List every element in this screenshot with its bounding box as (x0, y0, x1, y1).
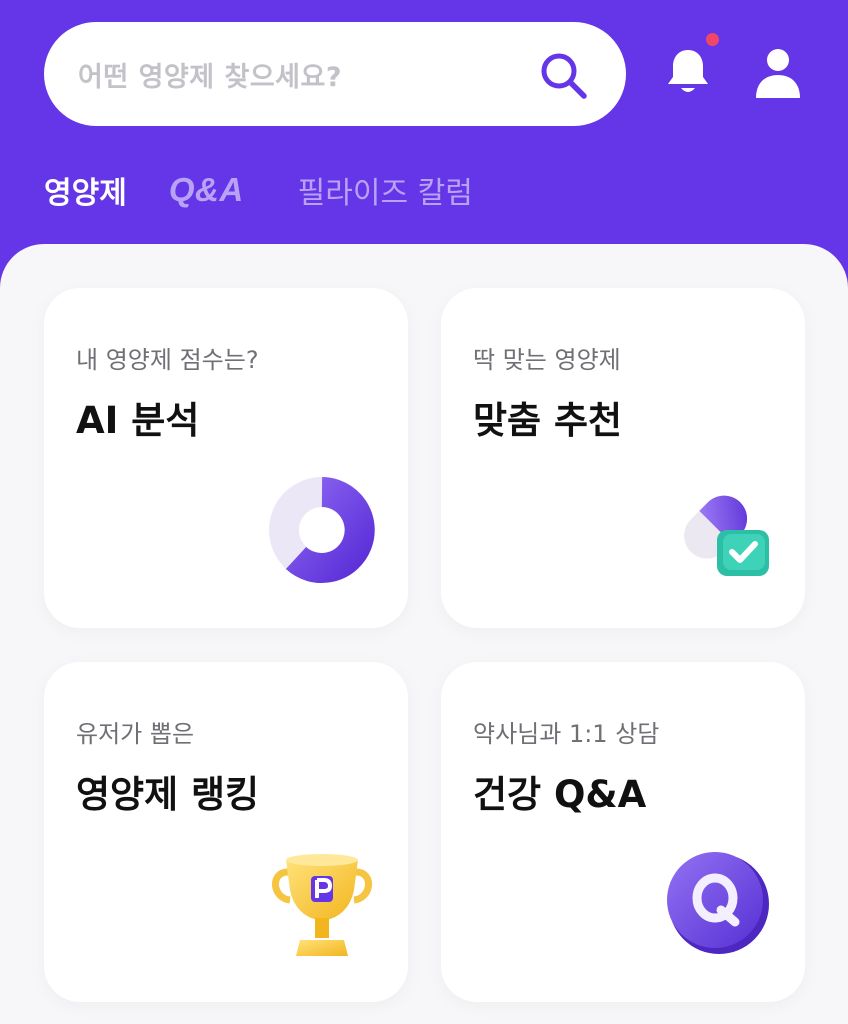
card-title: 영양제 랭킹 (76, 773, 260, 816)
trophy-icon (272, 854, 372, 956)
card-subtitle: 약사님과 1:1 상담 (473, 720, 660, 748)
card-health-qa[interactable]: 약사님과 1:1 상담 건강 Q&A (441, 662, 805, 1002)
card-custom-recommend[interactable]: 딱 맞는 영양제 맞춤 추천 (441, 288, 805, 628)
tab-supplements[interactable]: 영양제 (44, 168, 127, 212)
search-icon[interactable] (538, 50, 590, 102)
bell-icon[interactable] (660, 44, 716, 100)
card-title: AI 분석 (76, 399, 200, 442)
tab-column[interactable]: 필라이즈 칼럼 (298, 168, 473, 212)
tab-bar: 영양제 Q&A 필라이즈 칼럼 (44, 168, 515, 212)
card-ranking[interactable]: 유저가 뽑은 영양제 랭킹 (44, 662, 408, 1002)
card-title: 건강 Q&A (473, 773, 647, 816)
notification-dot (706, 33, 719, 46)
pill-check-icon (684, 495, 769, 576)
card-subtitle: 내 영양제 점수는? (76, 346, 259, 374)
tab-qa[interactable]: Q&A (169, 171, 244, 209)
card-ai-analysis[interactable]: 내 영양제 점수는? AI 분석 (44, 288, 408, 628)
user-icon[interactable] (750, 44, 806, 100)
card-subtitle: 유저가 뽑은 (76, 720, 195, 748)
card-title: 맞춤 추천 (473, 399, 623, 442)
q-coin-icon (667, 852, 769, 954)
search-bar[interactable]: 어떤 영양제 찾으세요? (44, 22, 626, 126)
donut-chart-icon (269, 477, 375, 583)
card-subtitle: 딱 맞는 영양제 (473, 346, 621, 374)
search-placeholder: 어떤 영양제 찾으세요? (78, 61, 343, 93)
